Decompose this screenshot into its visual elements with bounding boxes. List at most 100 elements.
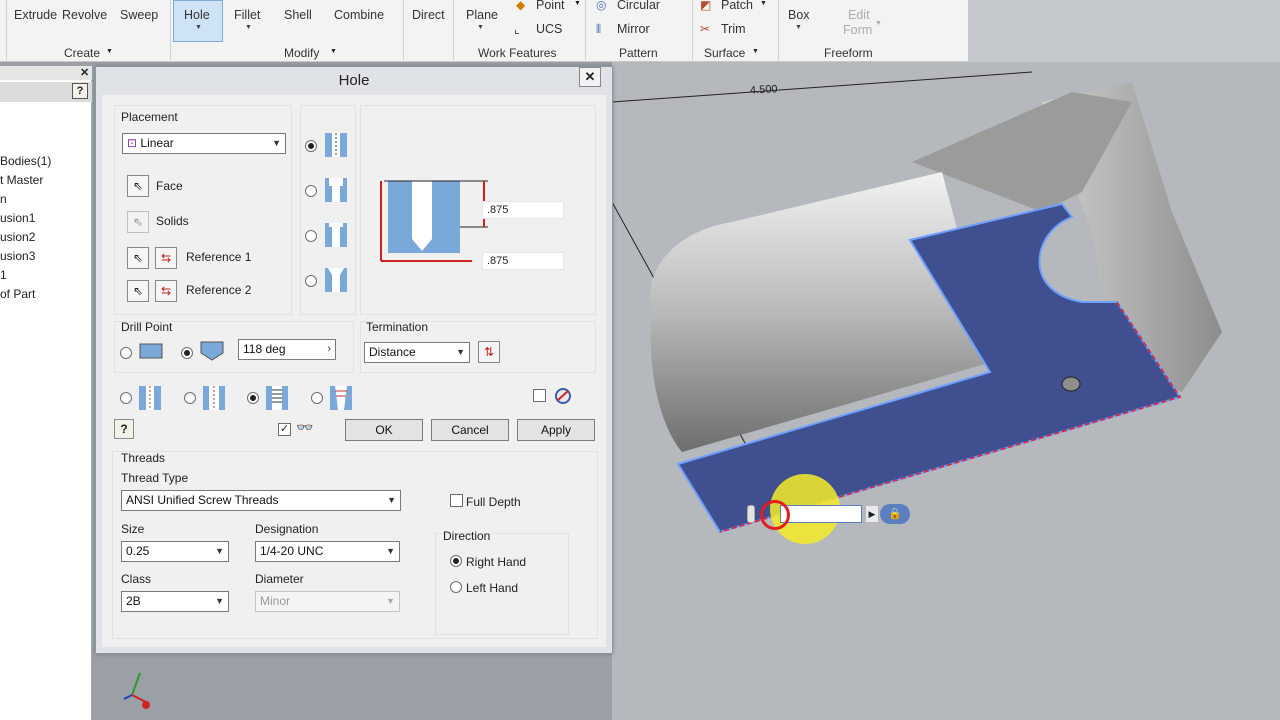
fillet-caret-icon[interactable]: ▼ (245, 24, 252, 31)
hole-tapped-radio[interactable] (247, 392, 259, 404)
solids-label: Solids (156, 214, 189, 228)
tree-item[interactable]: of Part (0, 287, 35, 301)
ribbon-divider (453, 0, 454, 62)
close-icon[interactable]: ✕ (80, 66, 89, 79)
infer-imates-checkbox[interactable] (533, 389, 546, 402)
trim-icon: ✂ (700, 22, 711, 36)
tree-item[interactable]: usion2 (0, 230, 35, 244)
hole-type-countersink-radio[interactable] (305, 275, 317, 287)
box-button[interactable]: Box (788, 8, 810, 22)
minitoolbar-arrow-icon[interactable]: ▶ (866, 506, 878, 522)
hole-caret-icon[interactable]: ▼ (195, 24, 202, 31)
diameter-input[interactable]: .875 (482, 252, 564, 270)
point-button[interactable]: Point (536, 0, 565, 12)
help-icon[interactable]: ? (72, 83, 88, 99)
size-dropdown[interactable]: 0.25 ▼ (121, 541, 229, 562)
ucs-button[interactable]: UCS (536, 22, 562, 36)
diameter-dropdown[interactable]: Minor ▼ (255, 591, 400, 612)
tree-item[interactable]: n (0, 192, 7, 206)
lock-icon[interactable]: 🔒 (880, 504, 910, 524)
close-button[interactable]: ✕ (579, 67, 601, 87)
hole-button[interactable]: Hole (184, 8, 210, 22)
class-label: Class (121, 572, 152, 586)
right-hand-radio[interactable] (450, 555, 462, 567)
tree-item[interactable]: t Master (0, 173, 43, 187)
fillet-button[interactable]: Fillet (234, 8, 260, 22)
direct-button[interactable]: Direct (412, 8, 445, 22)
ok-button[interactable]: OK (345, 419, 423, 441)
drill-point-angle-radio[interactable] (181, 347, 193, 359)
face-select-button[interactable]: ⇖ (127, 175, 149, 197)
apply-button[interactable]: Apply (517, 419, 595, 441)
tree-item[interactable]: 1 (0, 268, 7, 282)
dialog-title[interactable]: Hole (96, 67, 612, 95)
left-hand-label: Left Hand (466, 581, 519, 595)
reference2-flip-icon[interactable]: ⇆ (155, 280, 177, 302)
surface-caret-icon[interactable]: ▼ (752, 48, 759, 55)
patch-caret-icon[interactable]: ▼ (760, 0, 767, 7)
termination-dropdown[interactable]: Distance ▼ (364, 342, 470, 363)
extrude-button[interactable]: Extrude (14, 8, 57, 22)
plane-caret-icon[interactable]: ▼ (477, 24, 484, 31)
circular-button[interactable]: Circular (617, 0, 660, 12)
preview-checkbox[interactable]: ✓ (278, 423, 291, 436)
box-caret-icon[interactable]: ▼ (795, 24, 802, 31)
left-hand-radio[interactable] (450, 581, 462, 593)
solids-select-button[interactable]: ⇖ (127, 211, 149, 233)
reference2-select-button[interactable]: ⇖ (127, 280, 149, 302)
reference1-flip-icon[interactable]: ⇆ (155, 247, 177, 269)
minitoolbar-grip[interactable] (747, 505, 755, 523)
hole-type-drilled-radio[interactable] (305, 140, 317, 152)
cancel-button[interactable]: Cancel (431, 419, 509, 441)
browser-titlebar (0, 66, 92, 80)
chevron-down-icon: ▼ (456, 347, 465, 357)
hole-simple-radio[interactable] (120, 392, 132, 404)
minitoolbar-value-input[interactable] (780, 505, 862, 523)
patch-button[interactable]: Patch (721, 0, 753, 12)
ribbon-divider (6, 0, 7, 62)
edit-form-caret-icon[interactable]: ▼ (875, 20, 882, 27)
revolve-button[interactable]: Revolve (62, 8, 107, 22)
depth-input[interactable]: .875 (482, 201, 564, 219)
reference1-select-button[interactable]: ⇖ (127, 247, 149, 269)
create-caret-icon[interactable]: ▼ (106, 48, 113, 55)
class-dropdown[interactable]: 2B ▼ (121, 591, 229, 612)
tree-item[interactable]: Bodies(1) (0, 154, 51, 168)
mirror-button[interactable]: Mirror (617, 22, 650, 36)
dialog-body: Placement ⊡ Linear ▼ ⇖ Face ⇖ Solids ⇖ ⇆… (102, 95, 606, 647)
placement-dropdown[interactable]: ⊡ Linear ▼ (122, 133, 286, 154)
trim-button[interactable]: Trim (721, 22, 746, 36)
panel-create[interactable]: Create (64, 46, 100, 60)
drill-point-flat-radio[interactable] (120, 347, 132, 359)
ribbon-divider (170, 0, 171, 62)
tree-item[interactable]: usion1 (0, 211, 35, 225)
panel-modify[interactable]: Modify (284, 46, 319, 60)
designation-dropdown[interactable]: 1/4-20 UNC ▼ (255, 541, 400, 562)
panel-freeform: Freeform (824, 46, 873, 60)
dimension-label[interactable]: 4.500 (750, 83, 778, 96)
shell-button[interactable]: Shell (284, 8, 312, 22)
sweep-button[interactable]: Sweep (120, 8, 158, 22)
hole-type-counterbore-radio[interactable] (305, 185, 317, 197)
part-model (612, 71, 1222, 534)
face-label: Face (156, 179, 183, 193)
thread-type-dropdown[interactable]: ANSI Unified Screw Threads ▼ (121, 490, 401, 511)
graphics-viewport[interactable]: 4.500 (612, 62, 1280, 720)
hole-taper-tapped-radio[interactable] (311, 392, 323, 404)
hole-type-spotface-radio[interactable] (305, 230, 317, 242)
drill-angle-input[interactable]: 118 deg › (238, 339, 336, 360)
thread-type-label: Thread Type (121, 471, 189, 485)
modify-caret-icon[interactable]: ▼ (330, 48, 337, 55)
point-caret-icon[interactable]: ▼ (574, 0, 581, 7)
edit-form-button-line1[interactable]: Edit (848, 8, 870, 22)
combine-button[interactable]: Combine (334, 8, 384, 22)
hole-clearance-radio[interactable] (184, 392, 196, 404)
panel-surface[interactable]: Surface (704, 46, 745, 60)
help-button[interactable]: ? (114, 419, 134, 439)
tree-item[interactable]: usion3 (0, 249, 35, 263)
full-depth-checkbox[interactable] (450, 494, 463, 507)
termination-flip-button[interactable]: ⇅ (478, 341, 500, 363)
plane-button[interactable]: Plane (466, 8, 498, 22)
edit-form-button-line2[interactable]: Form (843, 23, 872, 37)
hole-dialog: Hole ✕ Placement ⊡ Linear ▼ ⇖ Face ⇖ Sol… (95, 66, 613, 654)
